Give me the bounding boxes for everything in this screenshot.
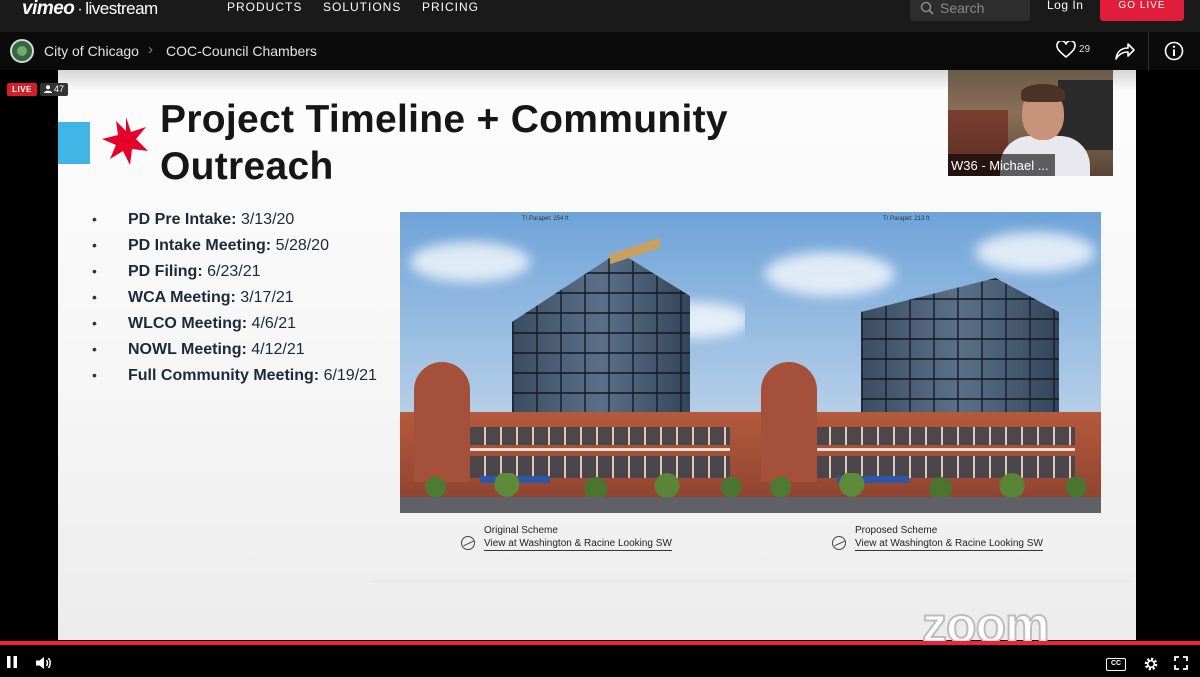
go-live-button[interactable]: GO LIVE [1100, 0, 1184, 21]
street [400, 497, 756, 513]
bullet-label: PD Filing: [128, 263, 203, 280]
bullet-date: 6/19/21 [323, 367, 377, 384]
bullet-label: PD Intake Meeting: [128, 237, 272, 254]
breadcrumb-event[interactable]: COC-Council Chambers [166, 43, 317, 59]
chicago-flag-blue-bar [58, 122, 90, 164]
chicago-star-icon [102, 117, 148, 165]
player-controls: CC [0, 645, 1200, 677]
breadcrumb-channel[interactable]: City of Chicago [44, 43, 139, 59]
bullet-date: 3/13/20 [240, 211, 295, 228]
caption-proposed-title: Proposed Scheme [855, 525, 938, 536]
cloud [765, 252, 895, 296]
rendering-original-scheme: T/ Parapet: 254 ft [400, 212, 756, 513]
login-link[interactable]: Log In [1047, 0, 1083, 12]
channel-avatar[interactable] [10, 39, 34, 63]
search-icon [920, 1, 934, 15]
cloud [975, 232, 1095, 272]
bullet-label: WLCO Meeting: [128, 315, 248, 332]
channel-bar: City of Chicago › COC-Council Chambers 2… [0, 32, 1200, 70]
rendering-proposed-scheme: T/ Parapet: 213 ft [745, 212, 1101, 513]
heart-icon[interactable] [1056, 41, 1076, 59]
podium-sill [775, 448, 1075, 451]
closed-captions-button[interactable]: CC [1106, 658, 1126, 671]
caption-original-title: Original Scheme [484, 525, 558, 536]
volume-icon[interactable] [35, 656, 53, 670]
nav-solutions[interactable]: SOLUTIONS [323, 0, 401, 14]
info-icon[interactable] [1164, 41, 1184, 61]
pause-icon[interactable] [6, 656, 18, 668]
settings-gear-icon[interactable] [1143, 656, 1159, 672]
speaker-name: W36 - Michael ... [948, 154, 1055, 176]
logo-main: vimeo [22, 0, 75, 19]
nav-pricing[interactable]: PRICING [422, 0, 479, 14]
caption-text: View at Washington & Racine Looking SW [484, 538, 672, 551]
bullet-date: 3/17/21 [240, 289, 294, 306]
video-player[interactable]: Project Timeline + Community Outreach PD… [0, 70, 1200, 677]
chevron-right-icon: › [148, 41, 153, 58]
viewer-count-badge: 47 [40, 83, 69, 96]
street [745, 497, 1101, 513]
search-input[interactable] [940, 0, 1026, 17]
viewer-count: 47 [54, 84, 65, 94]
podium-windows [430, 427, 730, 445]
live-badge: LIVE [7, 83, 37, 96]
bullet-label: Full Community Meeting: [128, 367, 320, 384]
bullet-date: 5/28/20 [275, 237, 329, 254]
person-icon [44, 85, 52, 93]
logo-separator: · [77, 1, 83, 18]
nav-products[interactable]: PRODUCTS [227, 0, 302, 14]
search-box [910, 0, 1030, 21]
bullet-label: WCA Meeting: [128, 289, 236, 306]
parapet-label: T/ Parapet: 213 ft [883, 216, 930, 222]
historic-tower [414, 362, 470, 482]
divider [1148, 32, 1149, 70]
historic-tower [761, 362, 817, 482]
slide-title: Project Timeline + Community Outreach [160, 98, 728, 188]
like-count: 29 [1079, 44, 1091, 55]
bullet-label: PD Pre Intake: [128, 211, 237, 228]
compass-icon [832, 536, 846, 550]
cloud [410, 242, 530, 282]
caption-text: View at Washington & Racine Looking SW [855, 538, 1043, 551]
speaker-video-tile: W36 - Michael ... [948, 70, 1113, 176]
parapet-label: T/ Parapet: 254 ft [522, 216, 569, 222]
top-nav: vimeo · livestream PRODUCTS SOLUTIONS PRIC… [0, 0, 1200, 32]
logo-sub: livestream [85, 0, 158, 18]
caption-original-view: View at Washington & Racine Looking SW [484, 538, 672, 551]
fullscreen-icon[interactable] [1174, 656, 1188, 670]
vimeo-livestream-logo[interactable]: vimeo · livestream [22, 0, 158, 20]
podium-windows [775, 427, 1075, 445]
speaker-hair [1021, 84, 1065, 102]
bullet-date: 4/12/21 [251, 341, 305, 358]
bullet-date: 4/6/21 [251, 315, 297, 332]
slide-footer-line [370, 581, 1130, 582]
bullet-date: 6/23/21 [207, 263, 261, 280]
compass-icon [461, 536, 475, 550]
podium-sill [430, 448, 730, 451]
share-icon[interactable] [1114, 41, 1136, 61]
caption-proposed-view: View at Washington & Racine Looking SW [855, 538, 1043, 551]
bullet-label: NOWL Meeting: [128, 341, 247, 358]
